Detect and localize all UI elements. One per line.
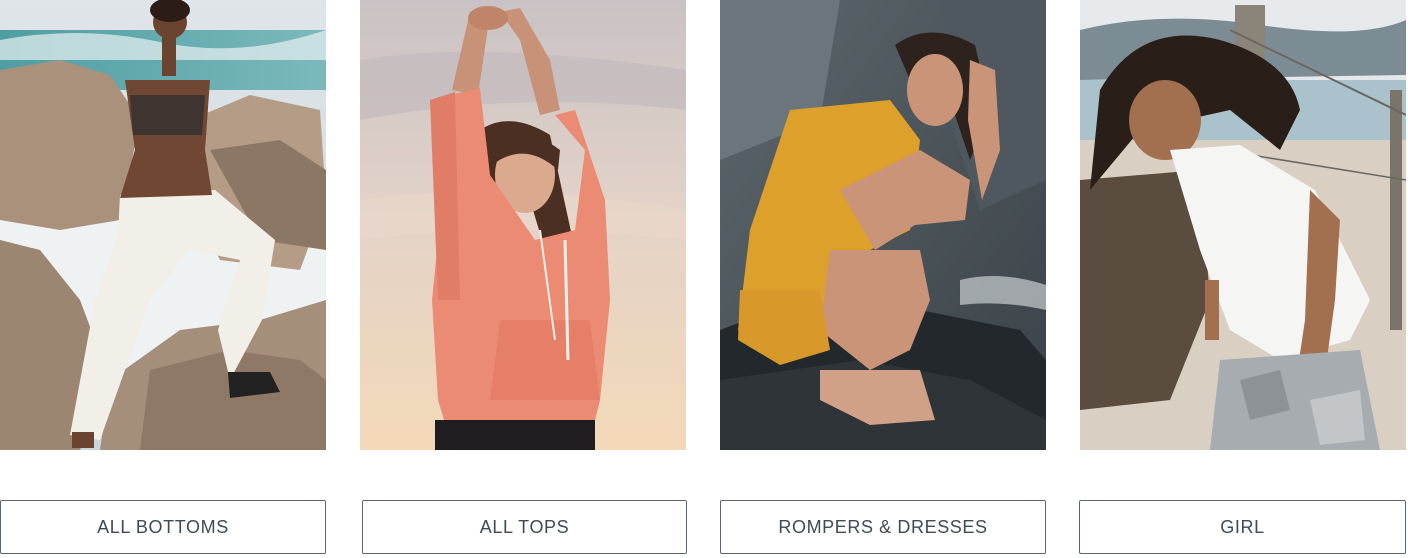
category-tile-tops: ALL TOPS xyxy=(360,0,687,558)
photo-beach-rocks-illustration xyxy=(0,0,326,450)
photo-crouching-romper-illustration xyxy=(720,0,1046,450)
category-tile-bottoms: ALL BOTTOMS xyxy=(0,0,326,558)
rompers-dresses-image[interactable] xyxy=(720,0,1046,450)
girl-image[interactable] xyxy=(1080,0,1406,450)
girl-button[interactable]: GIRL xyxy=(1079,500,1406,554)
all-tops-button[interactable]: ALL TOPS xyxy=(362,500,687,554)
all-bottoms-button[interactable]: ALL BOTTOMS xyxy=(0,500,326,554)
all-tops-image[interactable] xyxy=(360,0,686,450)
photo-girl-beach-illustration xyxy=(1080,0,1406,450)
category-tile-girl: GIRL xyxy=(1079,0,1406,558)
all-bottoms-image[interactable] xyxy=(0,0,326,450)
photo-stretching-hoodie-illustration xyxy=(360,0,686,450)
category-tile-rompers-dresses: ROMPERS & DRESSES xyxy=(720,0,1046,558)
rompers-dresses-button[interactable]: ROMPERS & DRESSES xyxy=(720,500,1046,554)
